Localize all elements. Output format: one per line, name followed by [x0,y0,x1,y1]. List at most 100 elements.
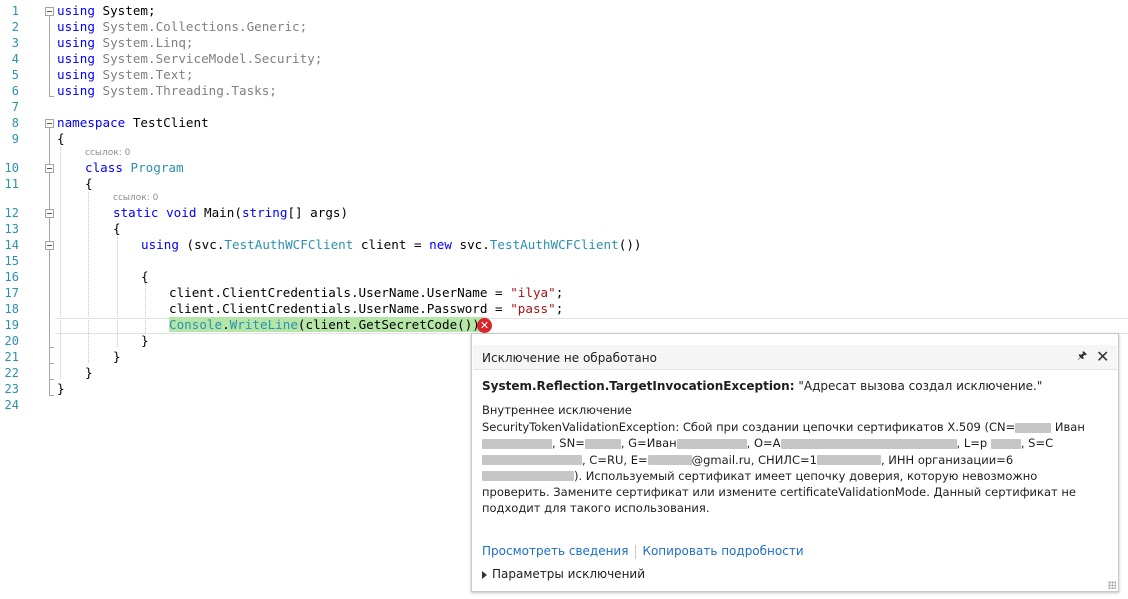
redacted-text [584,438,621,449]
details-text: , S=С [1020,436,1054,451]
redacted-text [482,471,574,482]
keyword: class [85,160,123,175]
line-number: 24 [4,398,19,412]
code-line[interactable]: using System; [57,3,156,19]
redacted-text [482,455,582,466]
line-number: 6 [11,84,19,98]
code-text: System; [94,3,156,18]
code-text: (svc. [178,237,225,252]
exception-helper-popup: Исключение не обработано 🖈 ✕ System.Refl… [471,333,1119,592]
code-text: System.Threading.Tasks; [94,83,277,98]
code-text: . [222,317,230,332]
statement-highlight: Console.WriteLine(client.GetSecretCode()… [169,317,488,332]
line-number: 12 [4,206,19,220]
close-icon[interactable]: ✕ [1096,347,1109,367]
code-text: svc. [451,237,490,252]
line-number: 3 [11,36,19,50]
exception-heading: System.Reflection.TargetInvocationExcept… [482,379,1042,393]
code-text: [] args) [287,205,349,220]
collapse-icon[interactable] [45,7,54,16]
line-number: 20 [4,334,19,348]
current-statement[interactable]: Console.WriteLine(client.GetSecretCode()… [169,317,488,333]
keyword: using [57,3,95,18]
keyword: using [57,19,95,34]
code-line[interactable]: using System.Collections.Generic; [57,19,307,35]
line-number: 11 [4,177,19,191]
collapse-icon[interactable] [45,241,54,250]
outline-line [49,16,50,96]
code-line[interactable]: } [57,381,65,397]
error-icon[interactable]: ✕ [477,318,492,333]
line-number: 22 [4,366,19,380]
inner-exception-details: SecurityTokenValidationException: Сбой п… [482,419,1102,517]
collapse-icon[interactable] [45,119,54,128]
string-literal: "pass" [510,301,556,316]
code-lens-references[interactable]: ссылок: 0 [113,193,158,203]
details-text: , SN= [552,436,585,451]
keyword: using [57,67,95,82]
line-number: 17 [4,286,19,300]
line-number: 15 [4,254,19,268]
code-line[interactable]: } [113,349,121,365]
indent-guide [60,147,61,379]
code-text: { [113,221,121,236]
details-text: , C=RU, E= [582,452,648,467]
code-line[interactable]: using System.ServiceModel.Security; [57,51,322,67]
popup-actions: Просмотреть сведения Копировать подробнос… [482,544,804,559]
pin-icon[interactable]: 🖈 [1077,347,1087,366]
details-text: , L=р [956,436,988,451]
collapse-icon[interactable] [45,164,54,173]
redacted-text [482,438,552,449]
exception-settings-toggle[interactable]: Параметры исключений [482,567,645,581]
inner-exception-label: Внутреннее исключение [482,403,632,417]
redacted-text [780,438,957,449]
code-line[interactable]: class Program [85,160,184,176]
keyword: static [113,205,159,220]
line-number: 18 [4,302,19,316]
line-number: 8 [11,116,19,130]
resize-grip-icon[interactable] [1108,581,1116,589]
code-line[interactable]: using (svc.TestAuthWCFClient client = ne… [141,237,641,253]
method-name: WriteLine [229,317,298,332]
line-number: 9 [11,132,19,146]
exception-type: System.Reflection.TargetInvocationExcept… [482,379,795,393]
code-line[interactable]: { [57,131,65,147]
code-text: { [57,131,65,146]
line-number: 2 [11,20,19,34]
copy-details-link[interactable]: Копировать подробности [642,544,803,558]
keyword: void [166,205,197,220]
keyword: using [57,83,95,98]
redacted-text [647,455,692,466]
view-details-link[interactable]: Просмотреть сведения [482,544,628,558]
keyword: new [429,237,452,252]
keyword: using [57,35,95,50]
code-lens-references[interactable]: ссылок: 0 [85,148,130,158]
code-line[interactable]: } [141,333,149,349]
details-text: , O=А [746,436,781,451]
line-number: 13 [4,222,19,236]
code-line[interactable]: static void Main(string[] args) [113,205,348,221]
code-line[interactable]: client.ClientCredentials.UserName.Passwo… [169,301,563,317]
line-number: 4 [11,52,19,66]
code-line[interactable]: client.ClientCredentials.UserName.UserNa… [169,285,563,301]
code-text: System.Collections.Generic; [94,19,308,34]
code-text: } [141,333,149,348]
collapse-icon[interactable] [45,209,54,218]
code-line[interactable]: { [85,176,93,192]
code-text: System.ServiceModel.Security; [94,51,323,66]
code-line[interactable]: using System.Text; [57,67,194,83]
type-name: TestAuthWCFClient [489,237,619,252]
code-line[interactable]: using System.Threading.Tasks; [57,83,277,99]
details-text: , ИНН [880,452,915,467]
string-literal: "ilya" [510,285,556,300]
code-line[interactable]: { [141,269,149,285]
code-line[interactable]: } [85,365,93,381]
details-text: организации=6 [917,452,1014,467]
code-line[interactable]: using System.Linq; [57,35,194,51]
code-line[interactable]: { [113,221,121,237]
code-text: client.ClientCredentials.UserName.Passwo… [169,301,511,316]
outline-end [49,96,54,97]
code-text: ()) [618,237,642,252]
redacted-text [990,438,1021,449]
code-line[interactable]: namespace TestClient [57,115,209,131]
